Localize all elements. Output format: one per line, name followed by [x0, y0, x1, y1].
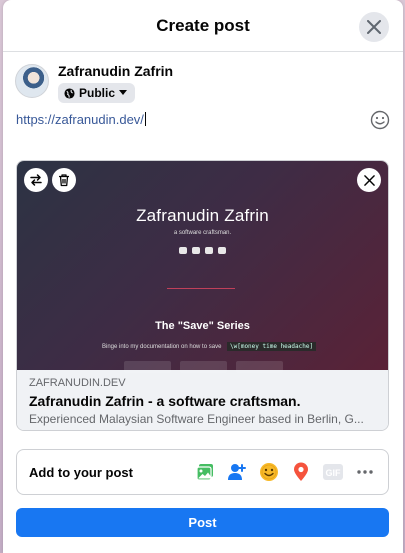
preview-series-title: The "Save" Series [155, 320, 250, 332]
preview-description: Experienced Malaysian Software Engineer … [29, 412, 364, 426]
gif-label: GIF [325, 467, 341, 478]
photo-video-button[interactable] [194, 461, 216, 483]
preview-series-code: \w[money time headache] [227, 342, 317, 351]
close-icon [363, 174, 375, 186]
emoji-icon [370, 110, 390, 130]
swap-icon [30, 174, 42, 186]
dialog-title: Create post [156, 15, 250, 35]
link-preview-meta: ZAFRANUDIN.DEV Zafranudin Zafrin - a sof… [17, 370, 388, 430]
preview-series-caption: Binge into my documentation on how to sa… [102, 344, 222, 350]
preview-divider [167, 288, 235, 289]
youtube-icon [218, 247, 226, 254]
preview-site-name: Zafranudin Zafrin [136, 206, 269, 225]
preview-card [124, 361, 171, 373]
check-in-button[interactable] [290, 461, 312, 483]
add-to-post-icons: GIF [194, 461, 376, 483]
github-icon [179, 247, 187, 254]
create-post-dialog: Create post Zafranudin Zafrin Public htt… [3, 0, 403, 553]
preview-social-icons [17, 247, 388, 254]
add-to-post-label: Add to your post [29, 464, 133, 480]
emoji-button[interactable] [370, 110, 390, 130]
privacy-selector[interactable]: Public [58, 83, 136, 103]
photo-video-icon [196, 464, 213, 481]
preview-domain: ZAFRANUDIN.DEV [29, 377, 126, 389]
post-button[interactable]: Post [16, 508, 389, 537]
link-preview-image: Zafranudin Zafrin a software craftsman. … [17, 161, 388, 373]
add-to-post-bar: Add to your post GIF [16, 449, 389, 495]
preview-cards [124, 361, 283, 373]
check-in-icon [294, 462, 308, 481]
preview-card [180, 361, 227, 373]
linkedin-icon [192, 247, 200, 254]
text-caret [144, 112, 146, 126]
remove-preview-button[interactable] [357, 168, 381, 192]
preview-site-tagline: a software craftsman. [173, 230, 232, 236]
preview-title: Zafranudin Zafrin - a software craftsman… [29, 393, 301, 409]
post-text-input[interactable]: https://zafranudin.dev/ [16, 112, 146, 127]
post-text: https://zafranudin.dev/ [16, 112, 144, 127]
close-button[interactable] [359, 12, 389, 42]
link-preview[interactable]: Zafranudin Zafrin a software craftsman. … [16, 160, 389, 431]
privacy-label: Public [79, 86, 116, 100]
feeling-icon [260, 463, 278, 481]
preview-card [236, 361, 283, 373]
dialog-header: Create post [3, 0, 403, 52]
more-options-button[interactable] [354, 461, 376, 483]
author-row: Zafranudin Zafrin Public [3, 52, 403, 104]
facebook-icon [205, 247, 213, 254]
avatar [15, 64, 49, 98]
caret-down-icon [119, 90, 128, 95]
tag-people-icon [228, 464, 246, 480]
tag-people-button[interactable] [226, 461, 248, 483]
gif-button[interactable]: GIF [322, 461, 344, 483]
trash-icon [59, 174, 69, 187]
more-icon [357, 470, 373, 474]
author-name: Zafranudin Zafrin [58, 63, 174, 79]
delete-preview-button[interactable] [52, 168, 76, 192]
close-icon [367, 20, 381, 34]
swap-preview-button[interactable] [24, 168, 48, 192]
feeling-button[interactable] [258, 461, 280, 483]
globe-icon [64, 87, 75, 99]
